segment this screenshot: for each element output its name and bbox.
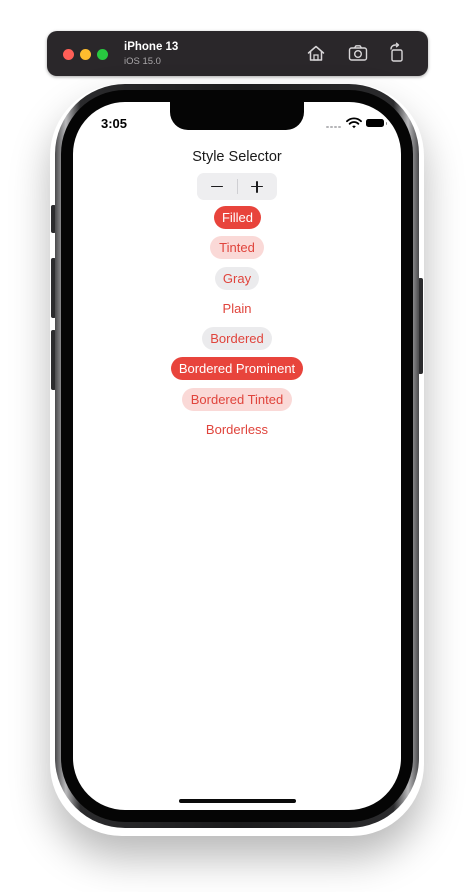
- bordered-button[interactable]: Bordered: [202, 327, 272, 350]
- borderless-button[interactable]: Borderless: [197, 418, 277, 441]
- zoom-window-button[interactable]: [97, 49, 108, 60]
- close-window-button[interactable]: [63, 49, 74, 60]
- filled-button[interactable]: Filled: [214, 206, 261, 229]
- simulator-stage: iPhone 13 iOS 15.0 3:05 Style Selector F…: [0, 0, 474, 892]
- app-content: Style Selector Filled Tinted Gray Plain …: [73, 102, 401, 810]
- minus-icon: [211, 185, 223, 188]
- tinted-button[interactable]: Tinted: [210, 236, 264, 259]
- minimize-window-button[interactable]: [80, 49, 91, 60]
- home-indicator[interactable]: [179, 799, 296, 803]
- rotate-button[interactable]: [386, 42, 408, 64]
- simulator-toolbar: iPhone 13 iOS 15.0: [47, 31, 428, 76]
- style-stepper[interactable]: [197, 173, 277, 200]
- plus-icon: [251, 180, 263, 193]
- camera-icon: [348, 45, 368, 61]
- device-name: iPhone 13: [124, 41, 179, 53]
- phone-screen: 3:05 Style Selector Filled Tinted Gray P…: [73, 102, 401, 810]
- rotate-icon: [390, 42, 403, 62]
- stepper-decrement-button[interactable]: [197, 173, 237, 200]
- screenshot-button[interactable]: [347, 42, 369, 64]
- gray-button[interactable]: Gray: [215, 267, 259, 290]
- bordered-tinted-button[interactable]: Bordered Tinted: [182, 388, 292, 411]
- home-icon: [307, 45, 325, 61]
- page-title: Style Selector: [192, 149, 282, 165]
- stepper-increment-button[interactable]: [237, 173, 277, 200]
- os-version: iOS 15.0: [124, 56, 161, 67]
- bordered-prominent-button[interactable]: Bordered Prominent: [171, 357, 303, 380]
- home-button[interactable]: [305, 42, 327, 64]
- plain-button[interactable]: Plain: [215, 297, 259, 320]
